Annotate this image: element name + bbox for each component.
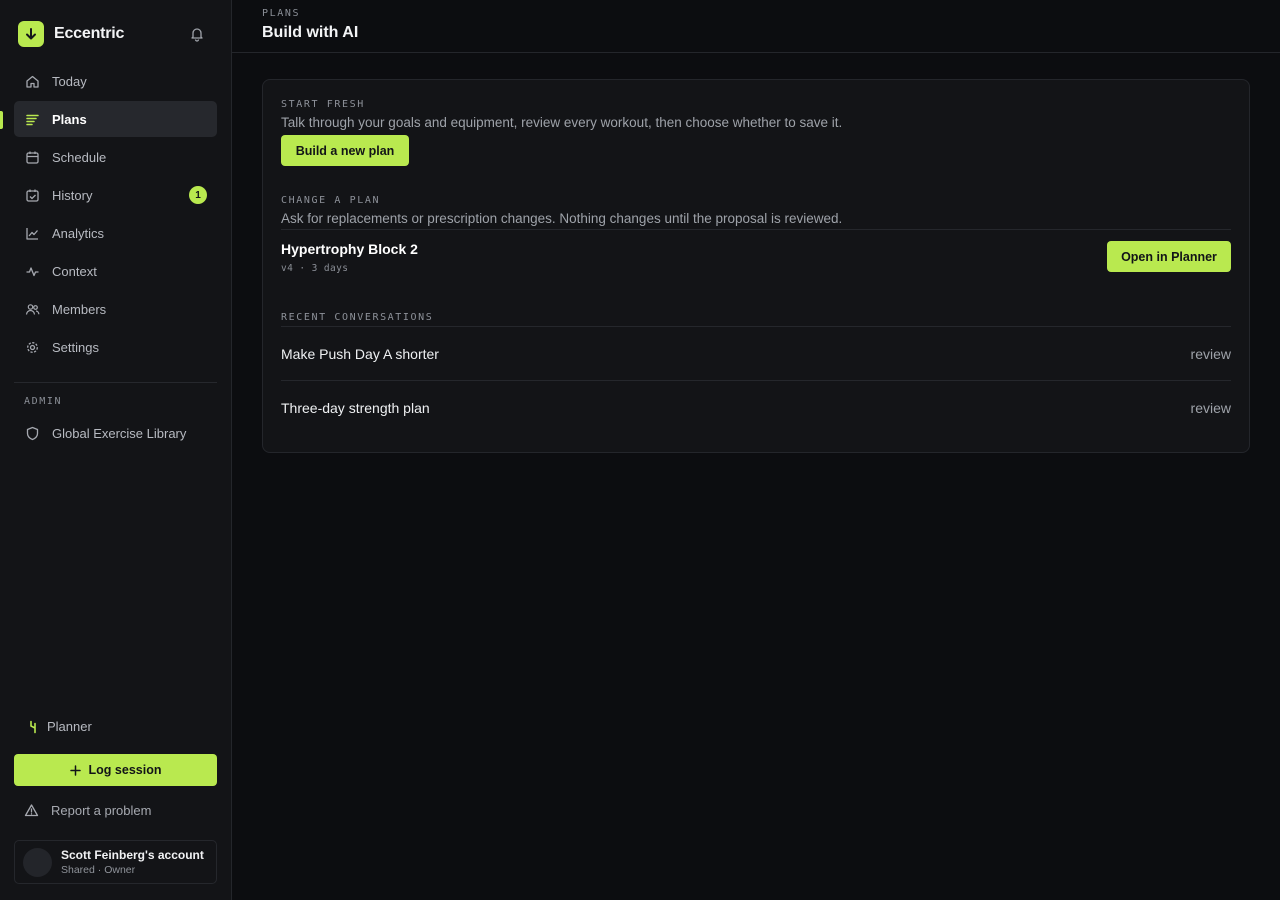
avatar [23, 847, 52, 877]
recent-conversations-label: RECENT CONVERSATIONS [281, 312, 434, 323]
divider [281, 229, 1231, 230]
report-problem-link[interactable]: Report a problem [24, 803, 151, 818]
sidebar-item-members[interactable]: Members [14, 291, 217, 327]
sidebar-item-label: Today [52, 73, 87, 89]
sidebar-item-label: Schedule [52, 149, 107, 165]
sidebar-item-label: Analytics [52, 225, 105, 241]
sidebar-item-label: Global Exercise Library [52, 425, 187, 441]
sidebar-item-schedule[interactable]: Schedule [14, 139, 217, 175]
pulse-icon [25, 264, 40, 279]
account-switcher[interactable]: Scott Feinberg's account Shared · Owner [14, 840, 217, 884]
active-indicator [0, 111, 3, 129]
report-label: Report a problem [51, 803, 152, 818]
shield-icon [25, 426, 40, 441]
planner-link[interactable]: Planner [28, 719, 92, 734]
start-fresh-label: START FRESH [281, 99, 365, 110]
sidebar-divider [14, 382, 217, 383]
conversation-status: review [1190, 400, 1231, 416]
users-icon [25, 302, 40, 317]
sidebar-item-analytics[interactable]: Analytics [14, 215, 217, 251]
sidebar-item-label: History [52, 187, 93, 203]
conversation-title: Three-day strength plan [281, 400, 430, 416]
conversation-status: review [1190, 346, 1231, 362]
plan-meta: v4 · 3 days [281, 263, 349, 274]
calendar-check-icon [25, 188, 40, 203]
brand[interactable]: Eccentric [18, 21, 124, 47]
logo-icon [18, 21, 44, 47]
sidebar-item-today[interactable]: Today [14, 63, 217, 99]
sidebar-item-global-exercise-library[interactable]: Global Exercise Library [14, 415, 217, 451]
warning-icon [24, 803, 39, 818]
build-new-plan-button[interactable]: Build a new plan [281, 135, 409, 166]
conversation-row[interactable]: Three-day strength plan review [281, 381, 1231, 435]
bell-icon[interactable] [189, 26, 205, 42]
planner-icon [28, 720, 39, 734]
sidebar-item-label: Settings [52, 339, 99, 355]
sidebar-item-plans[interactable]: Plans [14, 101, 217, 137]
start-fresh-description: Talk through your goals and equipment, r… [281, 115, 843, 130]
open-in-planner-button[interactable]: Open in Planner [1107, 241, 1231, 272]
conversation-row[interactable]: Make Push Day A shorter review [281, 327, 1231, 381]
account-name: Scott Feinberg's account [61, 848, 204, 862]
sidebar-item-label: Plans [52, 111, 87, 127]
plus-icon [69, 764, 81, 776]
sidebar-item-context[interactable]: Context [14, 253, 217, 289]
log-session-label: Log session [88, 763, 162, 777]
build-with-ai-card: START FRESH Talk through your goals and … [262, 79, 1250, 453]
calendar-icon [25, 150, 40, 165]
sidebar-nav: Today Plans Schedule History 1 Analytics… [14, 63, 217, 367]
planner-label: Planner [47, 719, 92, 734]
app-name: Eccentric [54, 25, 125, 42]
change-plan-label: CHANGE A PLAN [281, 195, 381, 206]
list-icon [25, 112, 40, 127]
gear-icon [25, 340, 40, 355]
sidebar-item-settings[interactable]: Settings [14, 329, 217, 365]
breadcrumb: PLANS [262, 8, 301, 19]
page-header: PLANS Build with AI [232, 0, 1280, 53]
conversation-title: Make Push Day A shorter [281, 346, 439, 362]
account-subtitle: Shared · Owner [61, 864, 136, 876]
sidebar-item-label: Members [52, 301, 107, 317]
page-title: Build with AI [262, 24, 359, 41]
log-session-button[interactable]: Log session [14, 754, 217, 786]
change-plan-description: Ask for replacements or prescription cha… [281, 211, 843, 226]
sidebar-item-label: Context [52, 263, 97, 279]
plan-name: Hypertrophy Block 2 [281, 241, 418, 257]
home-icon [25, 74, 40, 89]
sidebar: Eccentric Today Plans Schedule History 1… [0, 0, 232, 900]
chart-line-icon [25, 226, 40, 241]
sidebar-item-history[interactable]: History 1 [14, 177, 217, 213]
history-count-badge: 1 [189, 186, 207, 204]
admin-section-label: ADMIN [24, 396, 63, 407]
